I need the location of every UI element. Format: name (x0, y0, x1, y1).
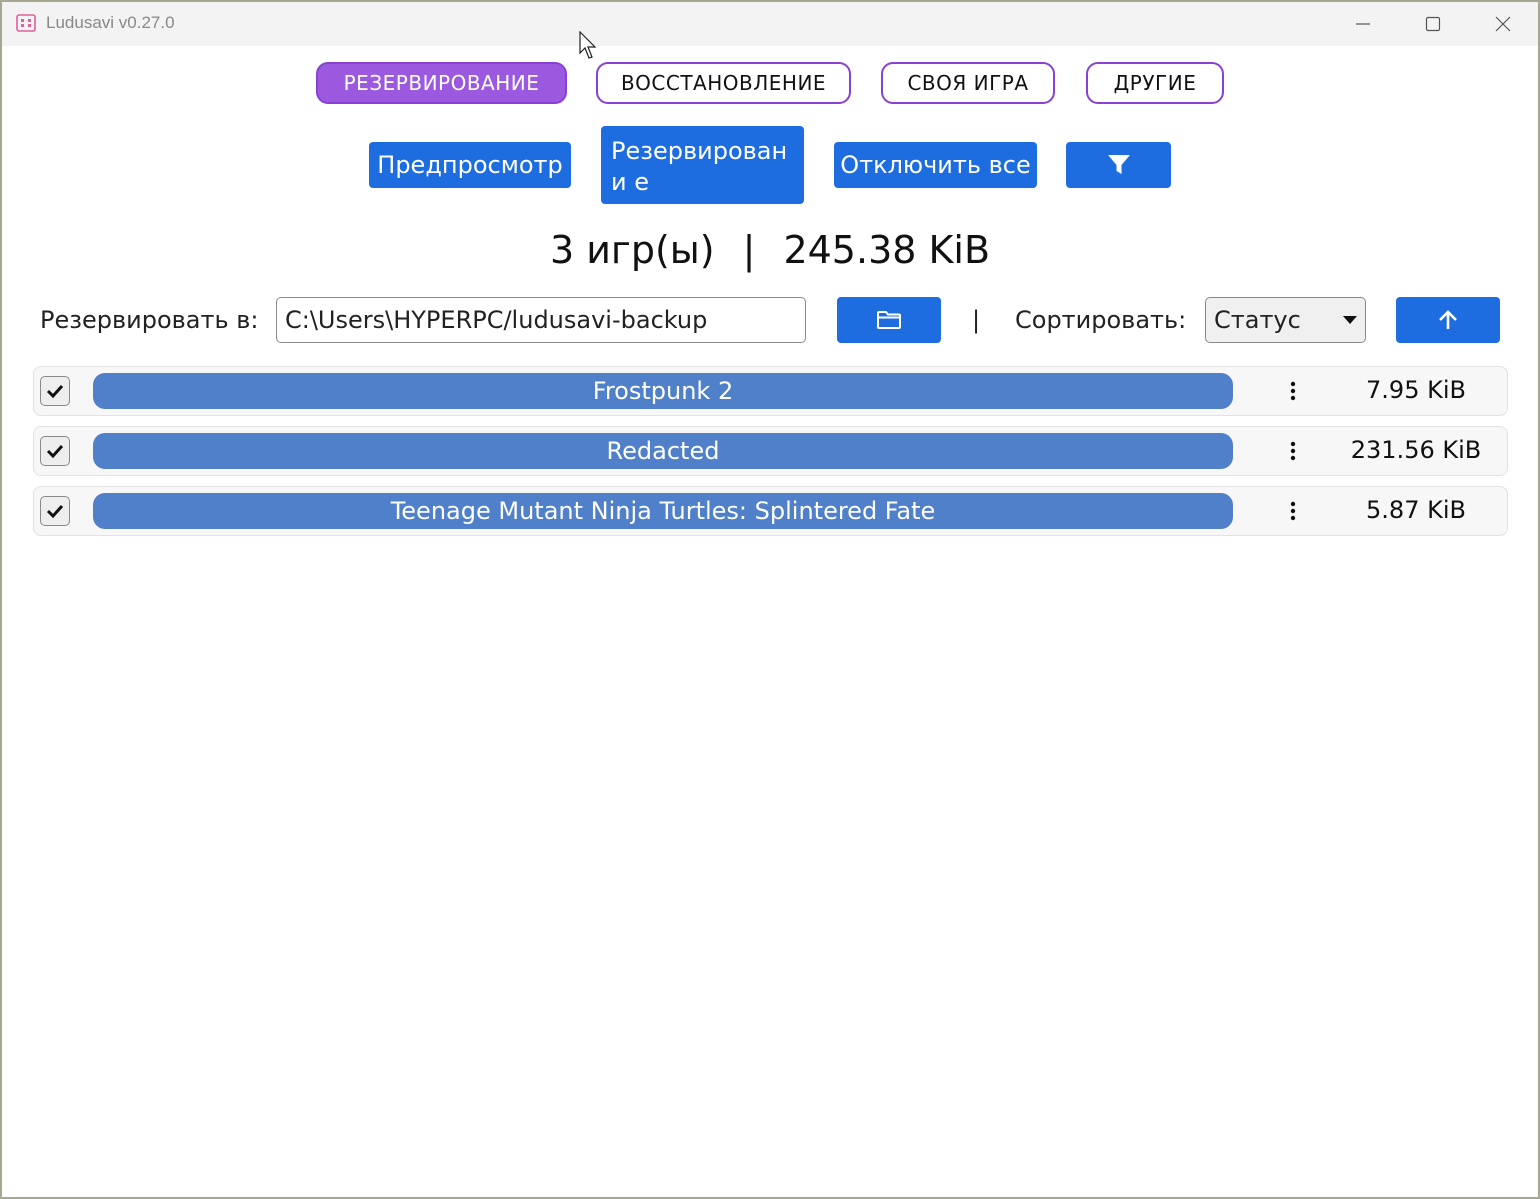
sort-direction-button[interactable] (1396, 297, 1500, 343)
kebab-menu-icon (1290, 501, 1296, 521)
close-button[interactable] (1468, 2, 1538, 46)
summary-separator: | (742, 228, 756, 272)
backup-summary: 3 игр(ы) | 245.38 KiB (2, 228, 1538, 272)
title-bar[interactable]: Ludusavi v0.27.0 (2, 2, 1538, 46)
tab-restore[interactable]: ВОССТАНОВЛЕНИЕ (596, 62, 851, 104)
sort-separator: | (972, 306, 981, 334)
game-checkbox[interactable] (40, 436, 70, 466)
app-window: Ludusavi v0.27.0 РЕЗЕРВИРОВАНИЕ ВОССТАНО… (0, 0, 1540, 1199)
backup-path-input[interactable] (276, 297, 806, 343)
game-size: 231.56 KiB (1350, 436, 1482, 464)
maximize-icon (1425, 16, 1441, 32)
game-row: Teenage Mutant Ninja Turtles: Splintered… (33, 486, 1508, 536)
game-checkbox[interactable] (40, 376, 70, 406)
game-name-button[interactable]: Redacted (93, 433, 1233, 469)
game-name-button[interactable]: Frostpunk 2 (93, 373, 1233, 409)
sort-select[interactable]: Статус (1205, 297, 1366, 343)
filter-button[interactable] (1066, 142, 1171, 188)
game-size: 7.95 KiB (1366, 376, 1466, 404)
game-row: Frostpunk 2 7.95 KiB (33, 366, 1508, 416)
folder-icon (877, 311, 901, 329)
game-row: Redacted 231.56 KiB (33, 426, 1508, 476)
game-name-button[interactable]: Teenage Mutant Ninja Turtles: Splintered… (93, 493, 1233, 529)
window-title: Ludusavi v0.27.0 (46, 13, 175, 32)
sort-label: Сортировать: (1015, 306, 1187, 334)
preview-button[interactable]: Предпросмотр (369, 142, 571, 188)
tab-other[interactable]: ДРУГИЕ (1086, 62, 1224, 104)
browse-folder-button[interactable] (837, 297, 941, 343)
filter-icon (1107, 155, 1130, 174)
mouse-cursor-icon (579, 31, 597, 59)
backup-button[interactable]: Резервировани е (601, 126, 804, 204)
app-logo-icon (16, 14, 36, 32)
dropdown-arrow-icon (1343, 316, 1357, 324)
tab-custom-game[interactable]: СВОЯ ИГРА (881, 62, 1055, 104)
total-size: 245.38 KiB (783, 228, 991, 272)
deselect-all-button[interactable]: Отключить все (834, 142, 1037, 188)
close-icon (1495, 16, 1511, 32)
minimize-button[interactable] (1328, 2, 1398, 46)
checkmark-icon (46, 444, 64, 459)
kebab-menu-icon (1290, 441, 1296, 461)
kebab-menu-icon (1290, 381, 1296, 401)
game-menu-button[interactable] (1278, 436, 1308, 466)
maximize-button[interactable] (1398, 2, 1468, 46)
checkmark-icon (46, 504, 64, 519)
games-count: 3 игр(ы) (549, 228, 715, 272)
backup-target-label: Резервировать в: (40, 306, 259, 334)
minimize-icon (1356, 23, 1370, 25)
checkmark-icon (46, 384, 64, 399)
game-checkbox[interactable] (40, 496, 70, 526)
arrow-up-icon (1439, 310, 1457, 329)
game-menu-button[interactable] (1278, 376, 1308, 406)
game-menu-button[interactable] (1278, 496, 1308, 526)
sort-selected-value: Статус (1214, 306, 1301, 334)
tab-backup[interactable]: РЕЗЕРВИРОВАНИЕ (316, 62, 567, 104)
game-size: 5.87 KiB (1366, 496, 1466, 524)
